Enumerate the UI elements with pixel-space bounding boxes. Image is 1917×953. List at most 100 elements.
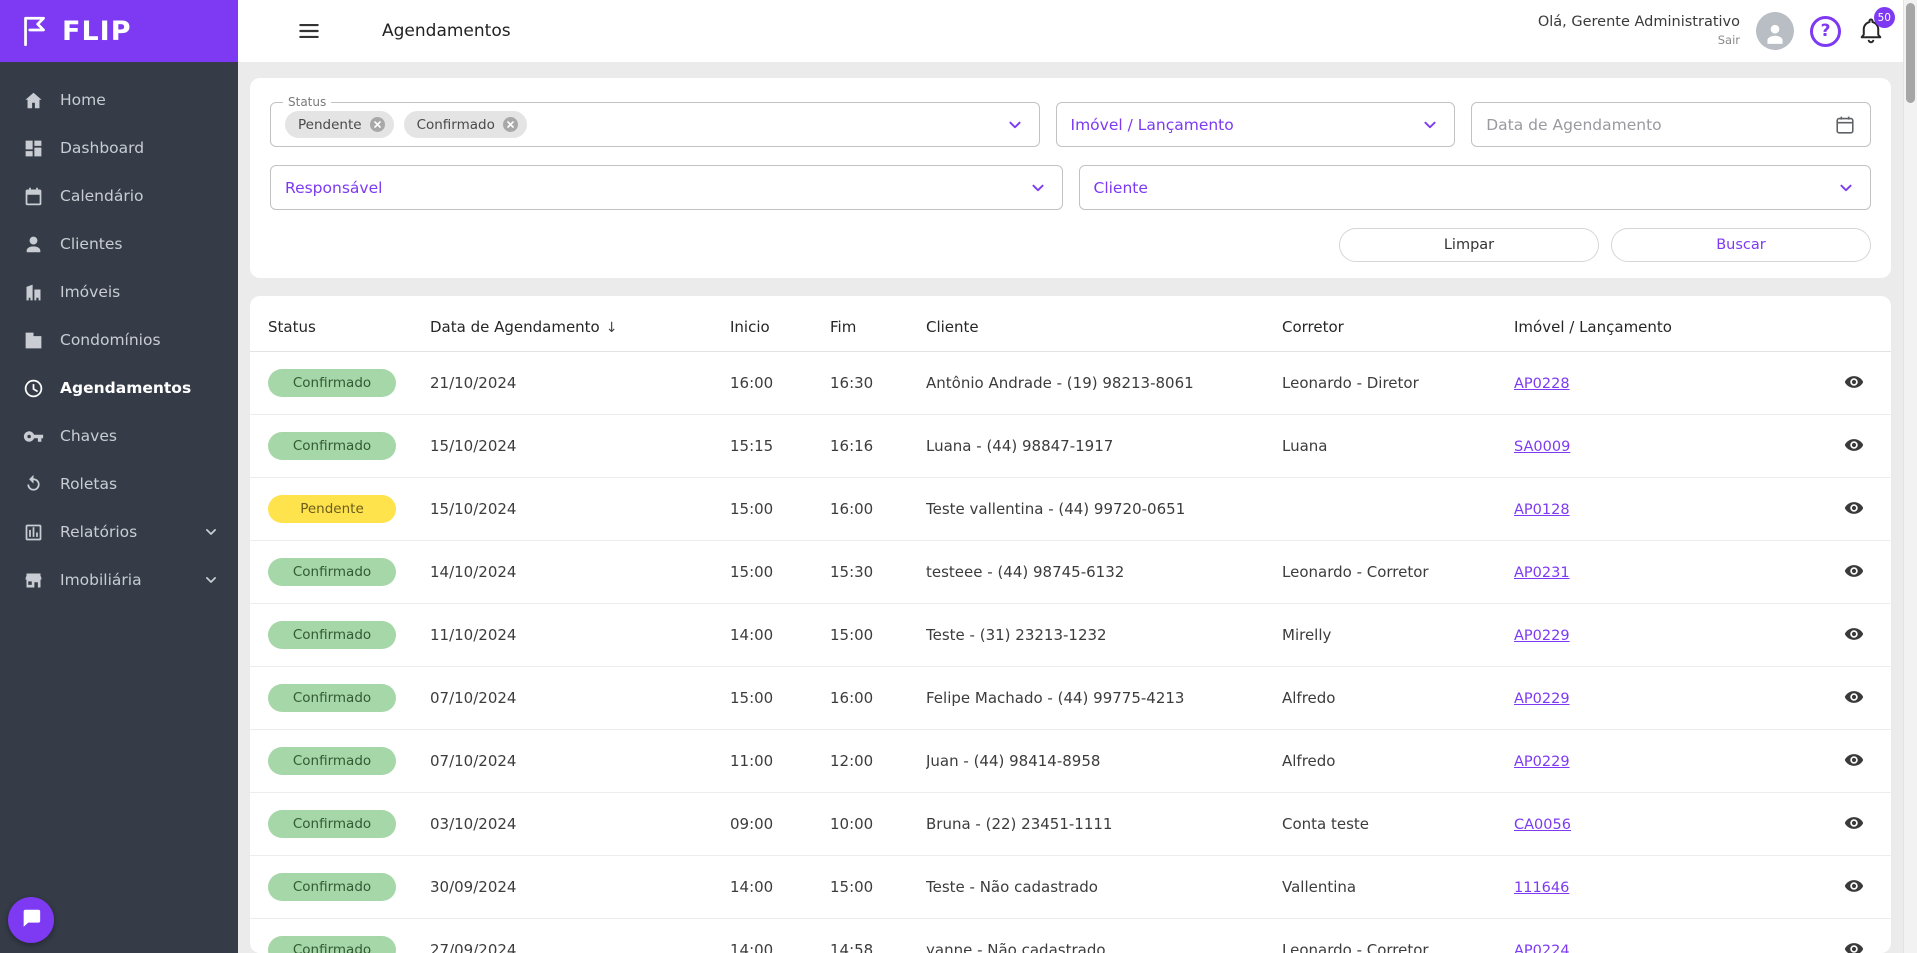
sidebar-item-calendario[interactable]: Calendário	[0, 172, 238, 220]
property-link[interactable]: AP0128	[1514, 502, 1570, 518]
status-badge: Confirmado	[268, 810, 396, 838]
sidebar-item-home[interactable]: Home	[0, 76, 238, 124]
sidebar-item-condominios[interactable]: Condomínios	[0, 316, 238, 364]
client-cell: yanne - Não cadastrado	[926, 941, 1106, 953]
property-link[interactable]: AP0229	[1514, 628, 1570, 644]
date-filter[interactable]: Data de Agendamento	[1471, 102, 1871, 147]
sidebar-item-label: Home	[60, 91, 106, 109]
search-button[interactable]: Buscar	[1611, 228, 1871, 262]
chip-remove-icon[interactable]	[502, 116, 519, 133]
clear-button[interactable]: Limpar	[1339, 228, 1599, 262]
chat-button[interactable]	[8, 897, 54, 943]
sidebar-item-imobiliaria[interactable]: Imobiliária	[0, 556, 238, 604]
view-appointment-button[interactable]	[1841, 750, 1867, 772]
sidebar-item-dashboard[interactable]: Dashboard	[0, 124, 238, 172]
clock-icon	[22, 377, 44, 399]
table-row: Confirmado 15/10/2024 15:15 16:16 Luana - (4…	[250, 415, 1891, 478]
property-link[interactable]: 111646	[1514, 880, 1569, 896]
property-link[interactable]: SA0009	[1514, 439, 1570, 455]
property-link[interactable]: AP0231	[1514, 565, 1570, 581]
property-cell: 111646	[1514, 878, 1808, 896]
table-row: Confirmado 30/09/2024 14:00 15:00 Teste - Nã…	[250, 856, 1891, 919]
actions-cell	[1808, 750, 1871, 772]
end-time-cell: 10:00	[830, 815, 874, 833]
view-appointment-button[interactable]	[1841, 876, 1867, 898]
actions-cell	[1808, 372, 1871, 394]
start-time-cell: 11:00	[730, 752, 774, 770]
view-appointment-button[interactable]	[1841, 372, 1867, 394]
person-icon	[1762, 20, 1788, 50]
chip-remove-icon[interactable]	[369, 116, 386, 133]
menu-toggle-icon[interactable]	[296, 18, 322, 44]
property-link[interactable]: AP0224	[1514, 943, 1570, 953]
home-icon	[22, 89, 44, 111]
client-filter[interactable]: Cliente	[1078, 165, 1871, 210]
property-link[interactable]: CA0056	[1514, 817, 1571, 833]
property-cell: AP0224	[1514, 941, 1808, 953]
avatar[interactable]	[1756, 12, 1794, 50]
property-link[interactable]: AP0229	[1514, 691, 1570, 707]
sidebar-item-label: Imobiliária	[60, 571, 142, 589]
chip-label: Confirmado	[416, 116, 495, 133]
status-badge: Confirmado	[268, 558, 396, 586]
broker-cell: Conta teste	[1282, 815, 1370, 833]
sidebar-item-chaves[interactable]: Chaves	[0, 412, 238, 460]
scrollbar-thumb[interactable]	[1906, 3, 1915, 103]
sidebar-item-clientes[interactable]: Clientes	[0, 220, 238, 268]
date-cell: 15/10/2024	[430, 500, 517, 518]
status-badge: Confirmado	[268, 873, 396, 901]
status-filter[interactable]: Status Pendente Confirmado	[270, 95, 1040, 147]
sidebar-item-agendamentos[interactable]: Agendamentos	[0, 364, 238, 412]
client-cell: Antônio Andrade - (19) 98213-8061	[926, 374, 1194, 392]
actions-cell	[1808, 435, 1871, 457]
brand-logo: FLIP	[0, 0, 238, 62]
property-link[interactable]: AP0228	[1514, 376, 1570, 392]
view-appointment-button[interactable]	[1841, 939, 1867, 953]
help-icon[interactable]: ?	[1810, 15, 1841, 47]
column-header-data-de-agendamento[interactable]: Data de Agendamento ↓	[430, 318, 730, 336]
property-cell: AP0229	[1514, 752, 1808, 770]
property-filter[interactable]: Imóvel / Lançamento	[1055, 102, 1456, 147]
chevron-down-icon	[202, 571, 220, 589]
table-row: Confirmado 11/10/2024 14:00 15:00 Teste - (3…	[250, 604, 1891, 667]
view-appointment-button[interactable]	[1841, 813, 1867, 835]
view-appointment-button[interactable]	[1841, 687, 1867, 709]
date-filter-placeholder: Data de Agendamento	[1486, 115, 1662, 134]
view-appointment-button[interactable]	[1841, 561, 1867, 583]
end-time-cell: 15:00	[830, 878, 874, 896]
column-header-fim: Fim	[830, 318, 857, 336]
table-row: Confirmado 27/09/2024 14:00 14:58 yanne - Nã…	[250, 919, 1891, 953]
property-cell: CA0056	[1514, 815, 1808, 833]
chevron-down-icon	[1420, 115, 1440, 135]
view-appointment-button[interactable]	[1841, 498, 1867, 520]
status-cell: Confirmado	[268, 432, 430, 460]
sidebar-menu: Home Dashboard Calendário Clientes Imóveis Co…	[0, 62, 238, 604]
calendar-icon[interactable]	[1834, 114, 1856, 136]
date-cell: 07/10/2024	[430, 752, 517, 770]
view-appointment-button[interactable]	[1841, 624, 1867, 646]
end-time-cell: 15:00	[830, 626, 874, 644]
status-cell: Confirmado	[268, 873, 430, 901]
date-cell: 11/10/2024	[430, 626, 517, 644]
notifications-button[interactable]: 50	[1857, 7, 1895, 49]
sidebar-item-roletas[interactable]: Roletas	[0, 460, 238, 508]
sidebar-item-label: Relatórios	[60, 523, 138, 541]
user-greeting-block: Olá, Gerente Administrativo Sair	[1538, 13, 1740, 48]
chart-icon	[22, 521, 44, 543]
property-link[interactable]: AP0229	[1514, 754, 1570, 770]
status-badge: Pendente	[268, 495, 396, 523]
status-badge: Confirmado	[268, 684, 396, 712]
filter-actions: Limpar Buscar	[270, 228, 1871, 262]
responsible-filter-placeholder: Responsável	[285, 178, 383, 197]
view-appointment-button[interactable]	[1841, 435, 1867, 457]
table-row: Confirmado 07/10/2024 11:00 12:00 Juan - (44…	[250, 730, 1891, 793]
status-badge: Confirmado	[268, 432, 396, 460]
sidebar-item-imoveis[interactable]: Imóveis	[0, 268, 238, 316]
chevron-down-icon	[202, 523, 220, 541]
sidebar-item-relatorios[interactable]: Relatórios	[0, 508, 238, 556]
bell-icon	[1857, 18, 1885, 49]
logout-link[interactable]: Sair	[1538, 33, 1740, 49]
responsible-filter[interactable]: Responsável	[270, 165, 1063, 210]
end-time-cell: 14:58	[830, 941, 874, 953]
flip-logo-icon	[16, 13, 52, 49]
